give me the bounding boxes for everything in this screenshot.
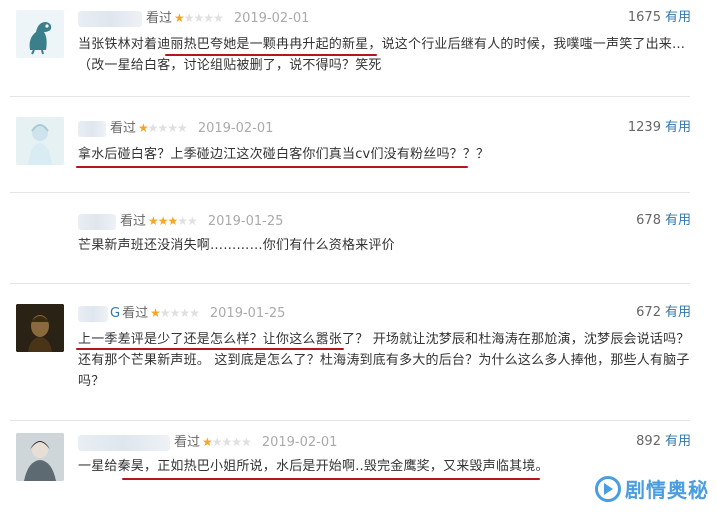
vote-count: 672 有用 <box>636 304 691 322</box>
watched-label: 看过 <box>174 435 201 450</box>
watermark-logo: 剧情奥秘 <box>595 474 709 503</box>
review-item: 看过 ★★★★★ 2019-01-25 678 有用 芒果新声班还没消失啊…………你们… <box>0 193 717 284</box>
avatar[interactable] <box>16 10 64 58</box>
rating-stars: ★★★★★ <box>174 11 224 25</box>
avatar[interactable] <box>16 117 64 165</box>
review-date: 2019-02-01 <box>197 121 274 136</box>
username-tail[interactable]: G <box>110 306 120 321</box>
review-line: 上一季差评是少了还是怎么样？让你这么嚣张了？ 开场就让沈梦辰和杜海涛在那尬演，沈… <box>78 332 690 347</box>
rating-stars: ★★★★★ <box>202 435 252 449</box>
review-item: G 看过 ★★★★★ 2019-01-25 672 有用 上一季差评是少了还是怎么样？让… <box>0 284 717 421</box>
review-meta: 看过 ★★★★★ 2019-02-01 <box>78 119 273 137</box>
watched-label: 看过 <box>120 214 147 229</box>
review-line: 一星给秦昊，正如热巴小姐所说，水后是开始啊..毁完金鹰奖，又来毁声临其境。 <box>78 459 549 474</box>
useful-button[interactable]: 有用 <box>665 305 691 320</box>
rating-stars: ★★★★★ <box>138 121 188 135</box>
vote-count: 892 有用 <box>636 433 691 451</box>
review-item: 看过 ★★★★★ 2019-02-01 1239 有用 拿水后碰白客？上季碰边江这次碰… <box>0 97 717 193</box>
review-line: 当张铁林对着迪丽热巴夸她是一颗冉冉升起的新星，说这个行业后继有人的时候，我噗嗤一… <box>78 37 686 52</box>
review-meta: 看过 ★★★★★ 2019-02-01 <box>78 433 337 451</box>
review-date: 2019-02-01 <box>233 11 310 26</box>
username[interactable] <box>78 305 108 322</box>
rating-stars: ★★★★★ <box>150 306 200 320</box>
review-line: 吗？ <box>78 374 105 389</box>
review-meta: G 看过 ★★★★★ 2019-01-25 <box>78 304 285 322</box>
review-date: 2019-01-25 <box>207 214 284 229</box>
review-date: 2019-02-01 <box>261 435 338 450</box>
highlight-underline <box>165 54 377 56</box>
watched-label: 看过 <box>146 11 173 26</box>
vote-count: 1675 有用 <box>628 9 691 27</box>
vote-number: 678 <box>636 213 661 228</box>
highlight-underline <box>76 348 344 350</box>
review-date: 2019-01-25 <box>209 306 286 321</box>
dinosaur-avatar-icon <box>16 10 64 58</box>
play-icon <box>595 475 621 502</box>
username[interactable] <box>78 120 106 137</box>
anime-avatar-icon <box>16 117 64 165</box>
useful-button[interactable]: 有用 <box>665 213 691 228</box>
useful-button[interactable]: 有用 <box>665 434 691 449</box>
watched-label: 看过 <box>122 306 149 321</box>
highlight-underline <box>76 166 468 168</box>
username[interactable] <box>78 434 170 451</box>
character-avatar-icon <box>16 433 64 481</box>
review-line: （改一星给白客，讨论组贴被删了，说不得吗？笑死 <box>78 58 382 73</box>
review-line: 还有那个芒果新声班。 这到底是怎么了？杜海涛到底有多大的后台？为什么这么多人捧他… <box>78 353 690 368</box>
review-text: 拿水后碰白客？上季碰边江这次碰白客你们真当cv们没有粉丝吗？？？ <box>78 144 690 165</box>
vote-count: 1239 有用 <box>628 119 691 137</box>
vote-number: 1675 <box>627 10 661 25</box>
review-meta: 看过 ★★★★★ 2019-01-25 <box>78 212 283 230</box>
rating-stars: ★★★★★ <box>148 214 198 228</box>
review-meta: 看过 ★★★★★ 2019-02-01 <box>78 9 309 27</box>
vote-count: 678 有用 <box>636 212 691 230</box>
review-line: 芒果新声班还没消失啊…………你们有什么资格来评价 <box>78 238 395 253</box>
vote-number: 1239 <box>627 120 661 135</box>
review-text: 一星给秦昊，正如热巴小姐所说，水后是开始啊..毁完金鹰奖，又来毁声临其境。 <box>78 456 638 477</box>
review-text: 上一季差评是少了还是怎么样？让你这么嚣张了？ 开场就让沈梦辰和杜海涛在那尬演，沈… <box>78 329 690 392</box>
username[interactable] <box>78 213 116 230</box>
useful-button[interactable]: 有用 <box>665 10 691 25</box>
useful-button[interactable]: 有用 <box>665 120 691 135</box>
username[interactable] <box>78 10 142 27</box>
review-line: 拿水后碰白客？上季碰边江这次碰白客你们真当cv们没有粉丝吗？？？ <box>78 147 490 162</box>
watermark-text: 剧情奥秘 <box>625 478 709 502</box>
review-text: 芒果新声班还没消失啊…………你们有什么资格来评价 <box>78 235 690 256</box>
vote-number: 892 <box>636 434 661 449</box>
avatar[interactable] <box>16 304 64 352</box>
avatar[interactable] <box>16 433 64 481</box>
portrait-avatar-icon <box>16 304 64 352</box>
highlight-underline <box>122 478 540 480</box>
review-item: 看过 ★★★★★ 2019-02-01 1675 有用 当张铁林对着迪丽热巴夸她是一颗… <box>0 0 717 97</box>
watched-label: 看过 <box>110 121 137 136</box>
vote-number: 672 <box>636 305 661 320</box>
